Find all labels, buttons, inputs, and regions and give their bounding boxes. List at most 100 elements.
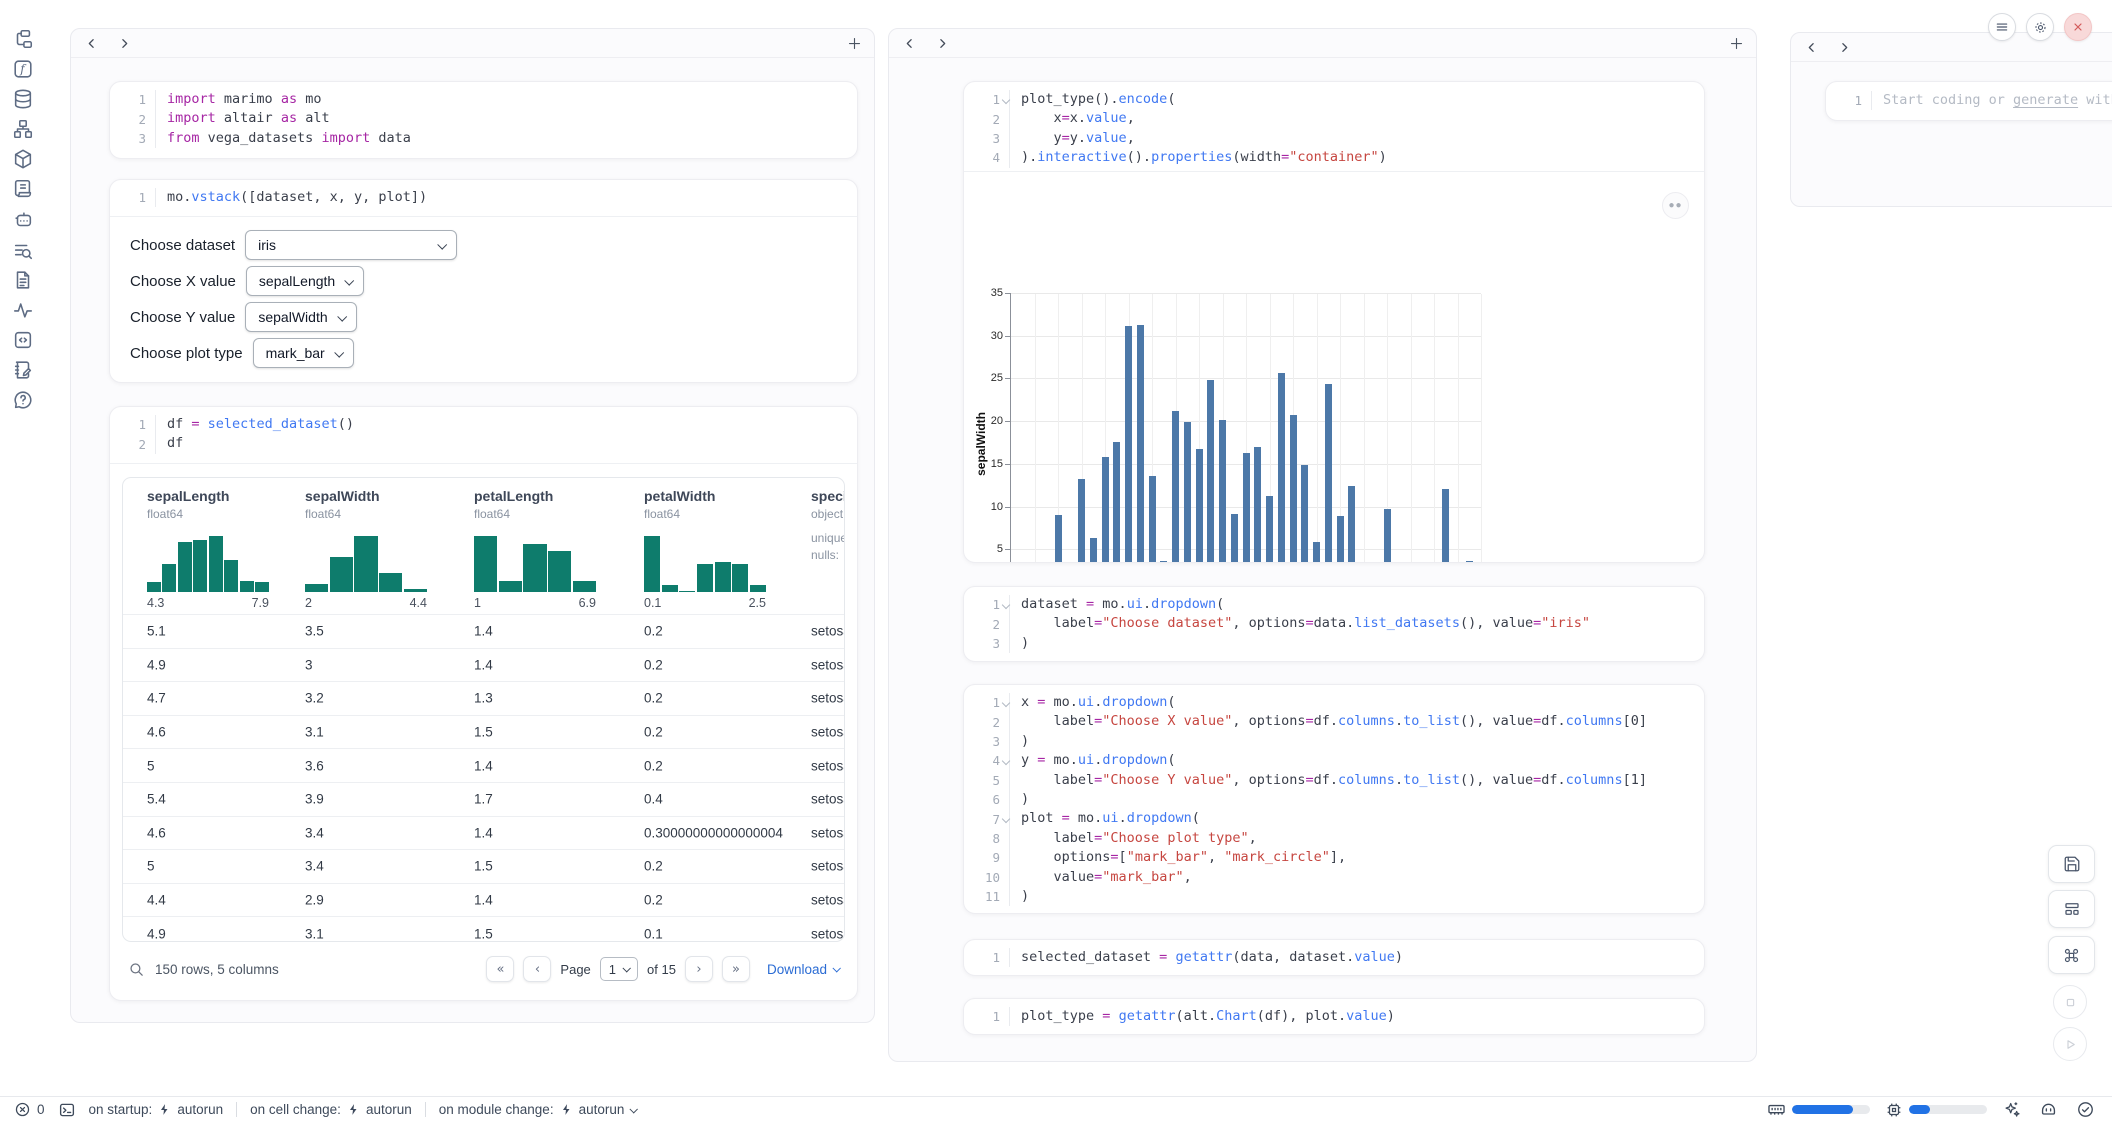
line-number: 9 [964,848,1010,867]
terminal-icon[interactable] [58,1101,76,1119]
help-message-icon[interactable] [12,389,34,411]
first-page-button[interactable]: « [486,956,514,982]
table-cell: 3.1 [305,926,324,941]
line-number: 1 [1826,91,1872,110]
next-page-button[interactable]: › [685,956,713,982]
add-cell-icon[interactable] [847,36,862,51]
package-icon[interactable] [12,148,34,170]
histogram-bar [679,591,695,592]
page-label: Page [560,962,590,977]
code-editor[interactable]: 1x = mo.ui.dropdown(2 label="Choose X va… [964,685,1704,914]
line-number: 1 [964,1007,1010,1026]
download-link[interactable]: Download [767,962,839,977]
memory-usage [1767,1100,1870,1119]
column-left-arrow-icon[interactable] [1805,40,1818,54]
histogram-bar [193,540,207,592]
choose-x-value-select[interactable]: sepalLength [246,266,364,296]
code-editor[interactable]: 1import marimo as mo2import altair as al… [110,82,857,156]
chart-bar [1090,538,1097,563]
histogram-bar [147,582,161,592]
choose-dataset-select[interactable]: iris [245,230,457,260]
histogram-bar [573,581,596,592]
scroll-text-icon[interactable] [12,178,34,200]
errors-indicator[interactable]: 0 [14,1101,45,1118]
code-line: 1df = selected_dataset() [110,415,857,434]
chart-options-icon[interactable]: ●● [1662,192,1689,219]
table-row: 5.43.91.70.4setosa [123,782,844,816]
chevron-down-icon [622,964,630,972]
column-right-arrow-icon[interactable] [936,36,949,50]
table-cell: 5.1 [147,624,166,639]
code-line: 1x = mo.ui.dropdown( [964,693,1704,712]
choose-y-value-select[interactable]: sepalWidth [245,302,356,332]
settings-gear-icon[interactable] [2026,13,2054,41]
line-number: 1 [964,90,1010,109]
code-editor[interactable]: 1plot_type().encode(2 x=x.value,3 y=y.va… [964,82,1704,176]
shutdown-close-icon[interactable] [2064,13,2092,41]
cell-empty[interactable]: 1 Start coding or generate with [1825,81,2112,121]
line-number: 1 [964,693,1010,712]
cell-plot: 1plot_type().encode(2 x=x.value,3 y=y.va… [963,81,1705,563]
code-square-icon[interactable] [12,329,34,351]
layout-panels-icon[interactable] [2048,890,2095,928]
code-editor[interactable]: 1dataset = mo.ui.dropdown(2 label="Choos… [964,587,1704,661]
database-icon[interactable] [12,88,34,110]
column-1-panel: 1import marimo as mo2import altair as al… [70,28,875,1023]
table-cell: setosa [811,792,845,807]
code-editor[interactable]: 1df = selected_dataset()2df [110,407,857,462]
bot-message-icon[interactable] [12,209,34,231]
column-left-arrow-icon[interactable] [903,36,916,50]
list-search-icon[interactable] [12,240,34,262]
code-editor[interactable]: 1plot_type = getattr(alt.Chart(df), plot… [964,999,1704,1034]
choose-plot-type-select[interactable]: mark_bar [253,338,354,368]
lightning-icon [560,1103,573,1116]
on-startup-toggle[interactable]: on startup: autorun [89,1102,224,1117]
run-play-icon[interactable] [2053,1027,2087,1061]
code-line: 2 label="Choose X value", options=df.col… [964,712,1704,731]
on-module-change-toggle[interactable]: on module change: autorun [439,1102,637,1117]
file-tree-icon[interactable] [12,28,34,50]
search-icon[interactable] [128,961,145,978]
workflow-icon[interactable] [12,118,34,140]
save-icon[interactable] [2048,845,2095,883]
table-cell: 1.7 [474,792,493,807]
code-editor[interactable]: 1mo.vstack([dataset, x, y, plot]) [110,180,857,215]
table-row: 4.63.41.40.30000000000000004setosa [123,816,844,850]
column-right-arrow-icon[interactable] [1838,40,1851,54]
line-number: 4 [964,148,1010,167]
altair-chart-output: sepalWidth 051015202530354.04.24.44.64.8… [964,171,1704,562]
notebook-pen-icon[interactable] [12,359,34,381]
ai-sparkles-icon[interactable] [2002,1099,2024,1121]
column-left-arrow-icon[interactable] [85,36,98,50]
function-square-icon[interactable]: f [12,58,34,80]
page-select[interactable]: 1 [600,957,638,981]
table-row: 5.13.51.40.2setosa [123,614,844,648]
connection-status-check-icon[interactable] [2076,1099,2098,1121]
table-cell: 4.6 [147,825,166,840]
table-cell: 3.5 [305,624,324,639]
activity-icon[interactable] [12,299,34,321]
histogram-bar [697,564,713,592]
chart-bar [1137,325,1144,563]
file-text-icon[interactable] [12,269,34,291]
control-row: Choose datasetiris [130,230,857,260]
code-line: 4).interactive().properties(width="conta… [964,148,1704,167]
code-line: 1mo.vstack([dataset, x, y, plot]) [110,188,857,207]
chart-plot-area[interactable]: 051015202530354.04.24.44.64.85.05.25.45.… [1010,294,1481,563]
table-cell: 0.2 [644,624,663,639]
on-cell-change-toggle[interactable]: on cell change: autorun [250,1102,412,1117]
keyboard-shortcuts-command-icon[interactable] [2048,936,2095,974]
stop-icon[interactable] [2053,985,2087,1019]
menu-icon[interactable] [1988,13,2016,41]
vstack-output: Choose datasetirisChoose X valuesepalLen… [110,216,857,374]
copilot-icon[interactable] [2039,1099,2061,1121]
column-right-arrow-icon[interactable] [118,36,131,50]
add-cell-icon[interactable] [1729,36,1744,51]
prev-page-button[interactable]: ‹ [523,956,551,982]
table-cell: setosa [811,691,845,706]
last-page-button[interactable]: » [722,956,750,982]
dataframe-table: sepalLengthfloat644.37.9sepalWidthfloat6… [122,477,845,942]
generate-with-ai-link[interactable]: generate [2013,92,2078,108]
control-label: Choose Y value [130,309,235,326]
code-editor[interactable]: 1selected_dataset = getattr(data, datase… [964,940,1704,975]
